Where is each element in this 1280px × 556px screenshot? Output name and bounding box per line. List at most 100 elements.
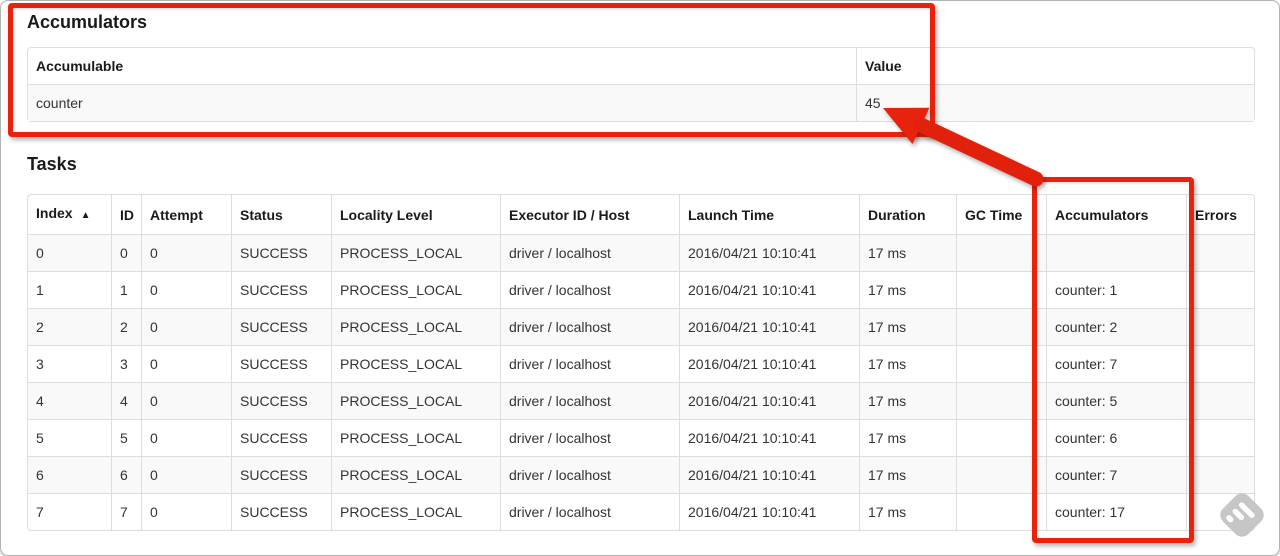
task-duration-cell: 17 ms	[859, 234, 956, 271]
page-content: Accumulators Accumulable Value counter 4…	[27, 0, 1255, 531]
accumulators-table: Accumulable Value counter 45	[27, 47, 1255, 122]
task-id-cell: 6	[111, 456, 141, 493]
task-row: 0 0 0 SUCCESS PROCESS_LOCAL driver / loc…	[28, 234, 1254, 271]
task-accumulators-cell: counter: 1	[1046, 271, 1186, 308]
task-accumulators-cell: counter: 6	[1046, 419, 1186, 456]
accumulators-section: Accumulators Accumulable Value counter 4…	[27, 12, 1255, 122]
task-errors-cell	[1186, 345, 1254, 382]
task-id-cell: 1	[111, 271, 141, 308]
task-attempt-cell: 0	[141, 345, 231, 382]
task-errors-cell	[1186, 382, 1254, 419]
task-row: 7 7 0 SUCCESS PROCESS_LOCAL driver / loc…	[28, 493, 1254, 530]
task-gc-time-cell	[956, 271, 1046, 308]
task-accumulators-cell: counter: 7	[1046, 345, 1186, 382]
tasks-section: Tasks Index ▲ ID Attempt Status Locality …	[27, 154, 1255, 531]
accumulator-row: counter 45	[28, 84, 1254, 121]
task-locality-cell: PROCESS_LOCAL	[331, 419, 500, 456]
task-executor-cell: driver / localhost	[500, 456, 679, 493]
task-status-cell: SUCCESS	[231, 345, 331, 382]
task-errors-cell	[1186, 456, 1254, 493]
task-id-cell: 5	[111, 419, 141, 456]
task-accumulators-cell: counter: 5	[1046, 382, 1186, 419]
task-launch-time-cell: 2016/04/21 10:10:41	[679, 345, 859, 382]
task-gc-time-cell	[956, 308, 1046, 345]
task-duration-cell: 17 ms	[859, 308, 956, 345]
errors-column-header[interactable]: Errors	[1186, 195, 1254, 234]
gc-time-column-header[interactable]: GC Time	[956, 195, 1046, 234]
task-attempt-cell: 0	[141, 234, 231, 271]
task-executor-cell: driver / localhost	[500, 271, 679, 308]
task-locality-cell: PROCESS_LOCAL	[331, 382, 500, 419]
task-accumulators-cell: counter: 7	[1046, 456, 1186, 493]
task-duration-cell: 17 ms	[859, 271, 956, 308]
task-executor-cell: driver / localhost	[500, 308, 679, 345]
task-errors-cell	[1186, 271, 1254, 308]
task-row: 1 1 0 SUCCESS PROCESS_LOCAL driver / loc…	[28, 271, 1254, 308]
task-locality-cell: PROCESS_LOCAL	[331, 308, 500, 345]
tasks-table: Index ▲ ID Attempt Status Locality Level …	[27, 194, 1255, 531]
task-errors-cell	[1186, 308, 1254, 345]
index-column-header[interactable]: Index ▲	[28, 195, 111, 234]
status-column-header[interactable]: Status	[231, 195, 331, 234]
task-status-cell: SUCCESS	[231, 271, 331, 308]
task-launch-time-cell: 2016/04/21 10:10:41	[679, 493, 859, 530]
task-gc-time-cell	[956, 456, 1046, 493]
task-row: 2 2 0 SUCCESS PROCESS_LOCAL driver / loc…	[28, 308, 1254, 345]
task-errors-cell	[1186, 419, 1254, 456]
task-launch-time-cell: 2016/04/21 10:10:41	[679, 308, 859, 345]
task-launch-time-cell: 2016/04/21 10:10:41	[679, 271, 859, 308]
task-attempt-cell: 0	[141, 271, 231, 308]
attempt-column-header[interactable]: Attempt	[141, 195, 231, 234]
task-gc-time-cell	[956, 419, 1046, 456]
task-id-cell: 3	[111, 345, 141, 382]
task-index-cell: 0	[28, 234, 111, 271]
task-row: 4 4 0 SUCCESS PROCESS_LOCAL driver / loc…	[28, 382, 1254, 419]
task-locality-cell: PROCESS_LOCAL	[331, 493, 500, 530]
launch-time-column-header[interactable]: Launch Time	[679, 195, 859, 234]
task-index-cell: 4	[28, 382, 111, 419]
duration-column-header[interactable]: Duration	[859, 195, 956, 234]
task-duration-cell: 17 ms	[859, 493, 956, 530]
task-locality-cell: PROCESS_LOCAL	[331, 234, 500, 271]
locality-level-column-header[interactable]: Locality Level	[331, 195, 500, 234]
task-attempt-cell: 0	[141, 456, 231, 493]
task-attempt-cell: 0	[141, 308, 231, 345]
accumulable-name-cell: counter	[28, 84, 856, 121]
task-gc-time-cell	[956, 493, 1046, 530]
task-status-cell: SUCCESS	[231, 234, 331, 271]
task-accumulators-cell: counter: 2	[1046, 308, 1186, 345]
task-index-cell: 2	[28, 308, 111, 345]
task-gc-time-cell	[956, 382, 1046, 419]
executor-id-host-column-header[interactable]: Executor ID / Host	[500, 195, 679, 234]
task-attempt-cell: 0	[141, 382, 231, 419]
task-executor-cell: driver / localhost	[500, 382, 679, 419]
task-status-cell: SUCCESS	[231, 493, 331, 530]
task-duration-cell: 17 ms	[859, 456, 956, 493]
task-launch-time-cell: 2016/04/21 10:10:41	[679, 382, 859, 419]
tasks-header-row: Index ▲ ID Attempt Status Locality Level …	[28, 195, 1254, 234]
id-column-header[interactable]: ID	[111, 195, 141, 234]
index-column-label: Index	[36, 205, 73, 221]
task-status-cell: SUCCESS	[231, 456, 331, 493]
task-row: 6 6 0 SUCCESS PROCESS_LOCAL driver / loc…	[28, 456, 1254, 493]
task-index-cell: 6	[28, 456, 111, 493]
value-column-header[interactable]: Value	[856, 48, 1254, 84]
task-id-cell: 2	[111, 308, 141, 345]
task-row: 3 3 0 SUCCESS PROCESS_LOCAL driver / loc…	[28, 345, 1254, 382]
task-executor-cell: driver / localhost	[500, 419, 679, 456]
task-id-cell: 0	[111, 234, 141, 271]
task-executor-cell: driver / localhost	[500, 493, 679, 530]
accumulable-value-cell: 45	[856, 84, 1254, 121]
task-accumulators-cell: counter: 17	[1046, 493, 1186, 530]
task-index-cell: 5	[28, 419, 111, 456]
task-accumulators-cell	[1046, 234, 1186, 271]
sort-ascending-icon: ▲	[80, 210, 91, 221]
task-locality-cell: PROCESS_LOCAL	[331, 456, 500, 493]
task-index-cell: 3	[28, 345, 111, 382]
task-errors-cell	[1186, 493, 1254, 530]
accumulable-column-header[interactable]: Accumulable	[28, 48, 856, 84]
task-locality-cell: PROCESS_LOCAL	[331, 345, 500, 382]
task-launch-time-cell: 2016/04/21 10:10:41	[679, 456, 859, 493]
accumulators-column-header[interactable]: Accumulators	[1046, 195, 1186, 234]
accumulators-section-title: Accumulators	[27, 12, 148, 32]
